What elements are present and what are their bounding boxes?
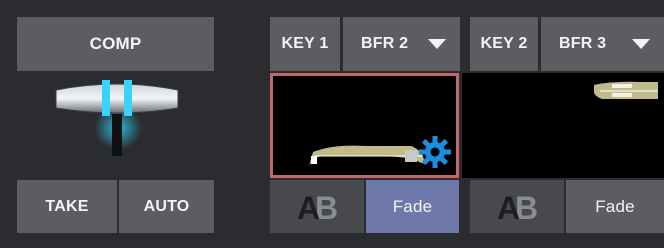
key1-source-value: BFR 2 [361, 35, 409, 52]
key2-source-value: BFR 3 [559, 35, 607, 52]
tbar-light-left [102, 80, 110, 116]
key1-preview[interactable] [270, 73, 459, 178]
key2-fade-label: Fade [595, 196, 635, 216]
key1-button[interactable]: KEY 1 [270, 17, 340, 71]
take-button[interactable]: TAKE [17, 180, 117, 233]
ab-transition-icon: B A [497, 190, 538, 225]
key1-label: KEY 1 [281, 35, 329, 52]
tbar-stem [112, 114, 122, 156]
key1-fade-button[interactable]: Fade [366, 180, 459, 233]
key2-button[interactable]: KEY 2 [470, 17, 538, 71]
comp-button[interactable]: COMP [17, 17, 214, 71]
chevron-down-icon [428, 39, 446, 49]
key2-fade-button[interactable]: Fade [566, 180, 664, 233]
key1-source-select[interactable]: BFR 2 [343, 17, 460, 71]
gear-icon[interactable] [418, 135, 452, 169]
svg-text:A: A [497, 190, 520, 225]
key1-fade-label: Fade [392, 196, 433, 216]
tbar-slider[interactable] [52, 74, 182, 174]
key2-source-select[interactable]: BFR 3 [541, 17, 664, 71]
key1-ab-transition-button[interactable]: B A [270, 180, 364, 233]
auto-button[interactable]: AUTO [119, 180, 214, 233]
ab-transition-icon: B A [297, 190, 338, 225]
svg-text:A: A [297, 190, 320, 225]
tbar-light-right [124, 80, 132, 116]
comp-label: COMP [89, 34, 142, 53]
key2-preview[interactable] [462, 73, 664, 178]
auto-label: AUTO [143, 197, 190, 215]
key2-label: KEY 2 [480, 35, 528, 52]
key2-ab-transition-button[interactable]: B A [470, 180, 564, 233]
chevron-down-icon [632, 39, 650, 49]
take-label: TAKE [45, 197, 89, 215]
key2-lower-third-graphic [594, 81, 658, 99]
tbar-handle[interactable] [55, 83, 179, 114]
